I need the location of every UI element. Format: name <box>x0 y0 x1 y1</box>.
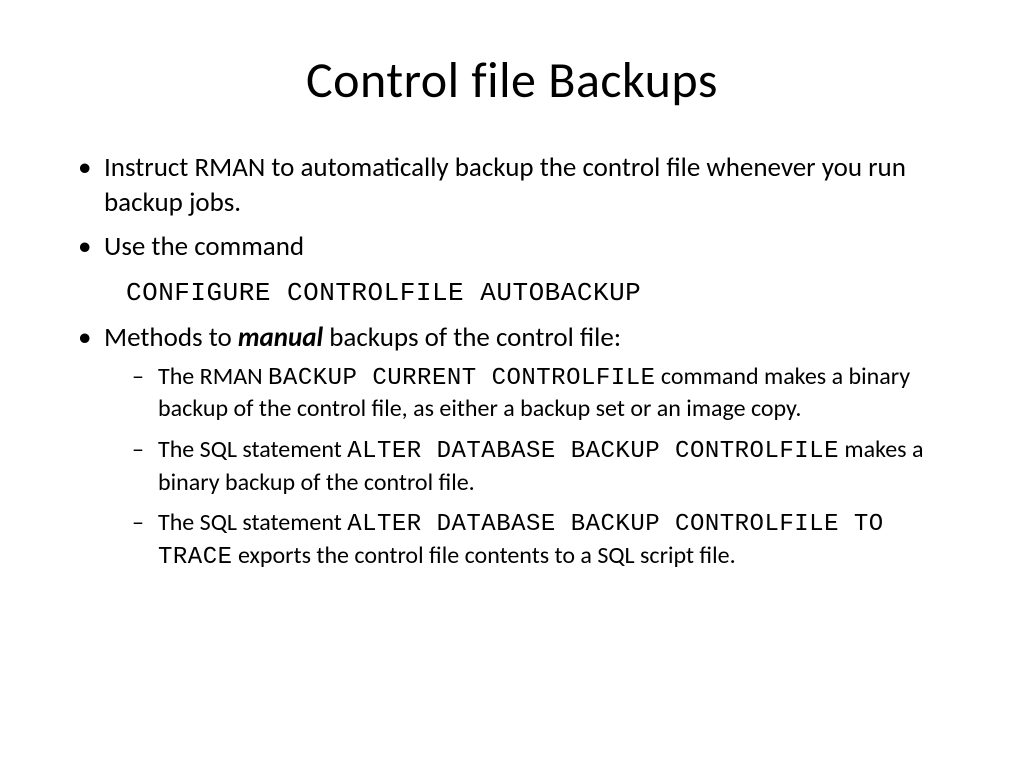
bullet-item: Methods to manual backups of the control… <box>70 321 954 574</box>
sub-text: exports the control file contents to a S… <box>233 541 736 570</box>
slide: Control file Backups Instruct RMAN to au… <box>0 0 1024 768</box>
bullet-text: Use the command <box>104 230 304 263</box>
bullet-text-post: backups of the control file: <box>323 321 621 354</box>
sub-text: The SQL statement <box>158 508 347 537</box>
bullet-text-emph: manual <box>238 321 323 354</box>
code-text: CONFIGURE CONTROLFILE AUTOBACKUP <box>126 278 641 308</box>
sub-text: The SQL statement <box>158 435 347 464</box>
sub-bullet-item: The SQL statement ALTER DATABASE BACKUP … <box>128 435 954 498</box>
bullet-list: Instruct RMAN to automatically backup th… <box>70 151 954 265</box>
sub-bullet-item: The RMAN BACKUP CURRENT CONTROLFILE comm… <box>128 362 954 425</box>
bullet-item: Instruct RMAN to automatically backup th… <box>70 151 954 220</box>
code-text: BACKUP CURRENT CONTROLFILE <box>268 365 655 392</box>
sub-bullet-item: The SQL statement ALTER DATABASE BACKUP … <box>128 508 954 573</box>
bullet-list: Methods to manual backups of the control… <box>70 321 954 574</box>
command-line: CONFIGURE CONTROLFILE AUTOBACKUP <box>70 275 954 311</box>
code-text: ALTER DATABASE BACKUP CONTROLFILE <box>347 438 839 465</box>
bullet-text: Instruct RMAN to automatically backup th… <box>104 151 906 219</box>
sub-text: The RMAN <box>158 362 268 391</box>
sub-bullet-list: The RMAN BACKUP CURRENT CONTROLFILE comm… <box>104 362 954 574</box>
bullet-text-pre: Methods to <box>104 321 238 354</box>
slide-title: Control file Backups <box>70 50 954 111</box>
bullet-item: Use the command <box>70 230 954 265</box>
